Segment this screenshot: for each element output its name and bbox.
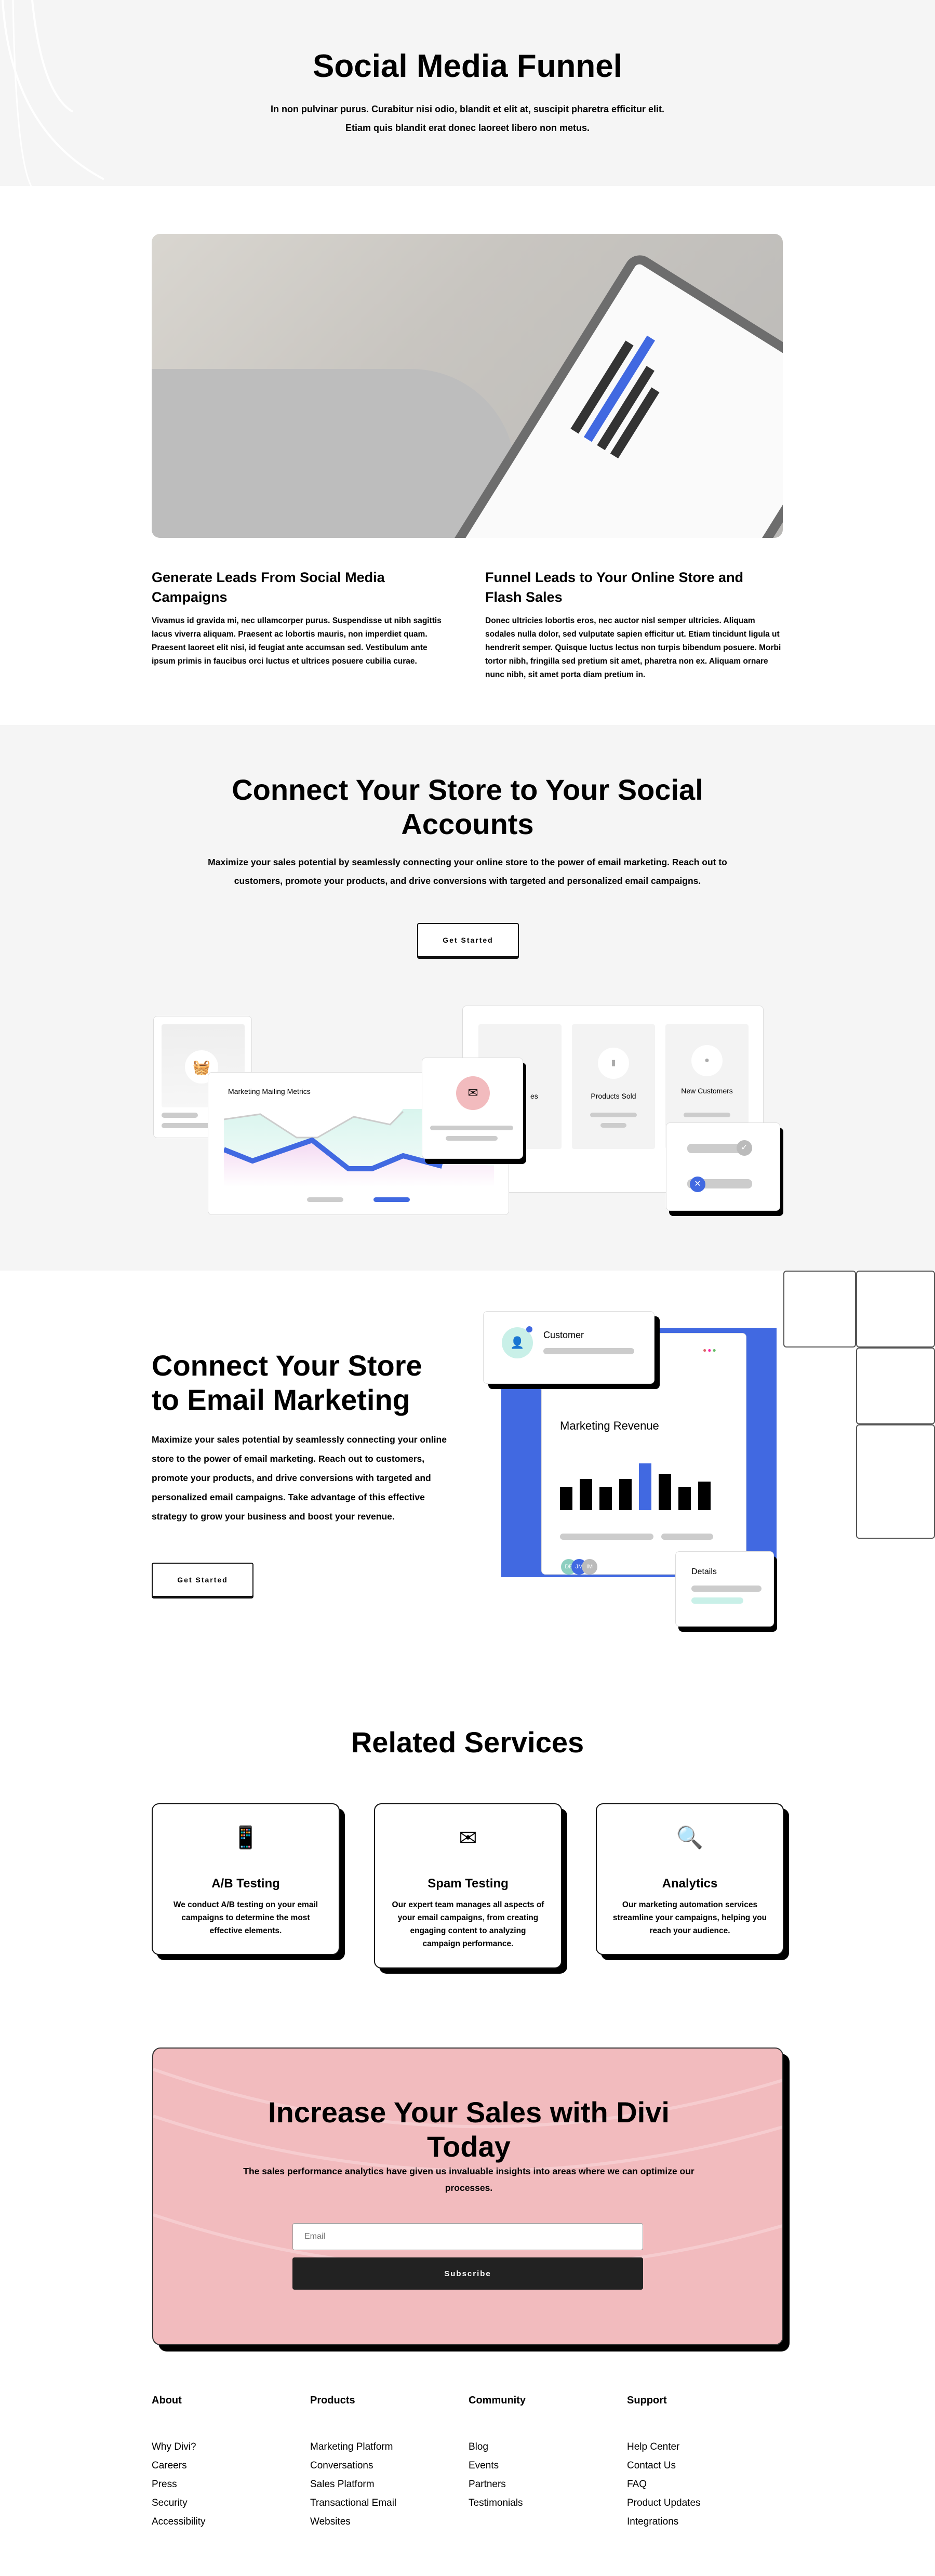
revenue-bar [580,1479,592,1510]
footer-link[interactable]: Marketing Platform [310,2438,469,2456]
footer-heading: About [152,2395,182,2406]
get-started-button[interactable]: Get Started [417,923,519,957]
stat-label: es [530,1092,538,1100]
footer-link[interactable]: Transactional Email [310,2494,469,2513]
service-text: We conduct A/B testing on your email cam… [173,1900,318,1935]
analytics-magnifier-icon: 🔍 [676,1825,704,1850]
outline-box [783,1271,856,1348]
footer-link[interactable]: Help Center [627,2438,785,2456]
footer-link[interactable]: Conversations [310,2456,469,2475]
details-card: Details [675,1551,774,1627]
revenue-bar [619,1479,632,1510]
customer-card: 👤 Customer [483,1311,654,1384]
footer-link[interactable]: Product Updates [627,2494,785,2513]
hero-section: Social Media Funnel In non pulvinar puru… [0,0,935,186]
footer-column: About Why Divi? Careers Press Security Access… [152,2395,310,2531]
service-text: Our marketing automation services stream… [612,1900,767,1935]
service-card-spam-testing[interactable]: ✉ Spam Testing Our expert team manages a… [374,1803,562,1969]
avatar-group: DB JM IM [561,1559,597,1575]
toggle-card: ✓ ✕ [666,1122,780,1211]
footer-heading: Support [627,2395,667,2406]
footer-link[interactable]: Accessibility [152,2513,310,2531]
feature-leads: Generate Leads From Social Media Campaig… [152,567,448,668]
avatar: IM [582,1559,597,1575]
footer-link[interactable]: Careers [152,2456,310,2475]
footer-column: Support Help Center Contact Us FAQ Product U… [627,2395,785,2531]
service-card-analytics[interactable]: 🔍 Analytics Our marketing automation ser… [596,1803,784,1955]
decorative-arcs [2,0,104,186]
outline-box [856,1348,935,1424]
feature-text: Vivamus id gravida mi, nec ullamcorper p… [152,616,442,666]
feature-title: Generate Leads From Social Media Campaig… [152,570,385,605]
stat-label: Products Sold [591,1092,636,1100]
shopping-bag-icon: ▮ [598,1048,629,1079]
revenue-title: Marketing Revenue [560,1419,659,1432]
footer-heading: Community [469,2395,526,2406]
stat-label: New Customers [681,1087,733,1095]
footer-link[interactable]: Blog [469,2438,627,2456]
email-input[interactable] [292,2223,643,2250]
revenue-bar-chart [560,1463,711,1510]
email-title: Connect Your Store to Email Marketing [152,1349,422,1416]
footer-link[interactable]: Security [152,2494,310,2513]
phone-gear-icon: 📱 [232,1825,260,1850]
service-title: Analytics [662,1877,718,1891]
details-label: Details [691,1567,717,1576]
revenue-bar [659,1474,671,1510]
footer-heading: Products [310,2395,355,2406]
footer-link[interactable]: Contact Us [627,2456,785,2475]
service-title: Spam Testing [428,1877,509,1891]
page-title: Social Media Funnel [313,48,622,84]
cta-text: The sales performance analytics have giv… [243,2166,694,2193]
feature-title: Funnel Leads to Your Online Store and Fl… [485,570,744,605]
social-title: Connect Your Store to Your Social Accoun… [232,773,703,840]
spam-mail-icon: ✉ [459,1826,477,1850]
subscribe-button[interactable]: Subscribe [292,2257,643,2290]
user-icon: ● [691,1045,723,1076]
service-card-ab-testing[interactable]: 📱 A/B Testing We conduct A/B testing on … [152,1803,340,1955]
service-title: A/B Testing [211,1877,280,1891]
social-text: Maximize your sales potential by seamles… [208,857,727,886]
email-card: ✉ [422,1058,523,1159]
footer-link[interactable]: Testimonials [469,2494,627,2513]
chart-title: Marketing Mailing Metrics [228,1087,311,1095]
footer-link[interactable]: Sales Platform [310,2475,469,2494]
footer-link[interactable]: Websites [310,2513,469,2531]
revenue-bar [599,1487,612,1510]
envelope-icon: ✉ [456,1076,490,1110]
hero-text: In non pulvinar purus. Curabitur nisi od… [270,104,665,133]
footer-column: Community Blog Events Partners Testimonials [469,2395,627,2531]
footer-link[interactable]: Why Divi? [152,2438,310,2456]
footer-link[interactable]: Events [469,2456,627,2475]
revenue-bar [560,1487,572,1510]
email-text: Maximize your sales potential by seamles… [152,1434,447,1522]
cta-section: Increase Your Sales with Divi Today The … [152,2047,783,2345]
footer-link[interactable]: Integrations [627,2513,785,2531]
feature-text: Donec ultricies lobortis eros, nec aucto… [485,616,781,679]
cta-title: Increase Your Sales with Divi Today [268,2096,670,2163]
footer-link[interactable]: Partners [469,2475,627,2494]
x-toggle[interactable]: ✕ [690,1177,705,1192]
revenue-bar [678,1487,691,1510]
footer-column: Products Marketing Platform Conversations S… [310,2395,469,2531]
revenue-bar [698,1482,711,1510]
tablet-screen [449,262,783,538]
checkmark-toggle[interactable]: ✓ [737,1140,752,1156]
revenue-bar [639,1463,651,1510]
tablet-frame [436,249,783,538]
social-section: Connect Your Store to Your Social Accoun… [0,725,935,1271]
feature-funnel: Funnel Leads to Your Online Store and Fl… [485,567,784,682]
sweater-shape [152,369,515,538]
footer: About Why Divi? Careers Press Security Access… [152,2395,785,2531]
services-title: Related Services [351,1726,584,1759]
outline-box [856,1424,935,1539]
footer-link[interactable]: Press [152,2475,310,2494]
customer-label: Customer [543,1330,584,1340]
tablet-photo [152,234,783,538]
outline-box [856,1271,935,1348]
footer-link[interactable]: FAQ [627,2475,785,2494]
get-started-button[interactable]: Get Started [152,1563,253,1597]
service-text: Our expert team manages all aspects of y… [392,1900,544,1948]
decorative-waves [153,2068,782,2271]
